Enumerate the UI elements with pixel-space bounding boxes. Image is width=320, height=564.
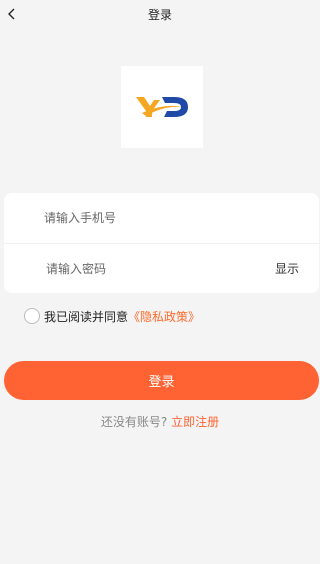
agreement-text: 我已阅读并同意 (44, 309, 129, 324)
password-row: 显示 (4, 243, 319, 294)
show-password-toggle[interactable]: 显示 (275, 244, 299, 294)
agreement-row: 我已阅读并同意 《隐私政策》 (24, 307, 200, 325)
nav-bar: 登录 (0, 0, 320, 30)
yd-logo-icon (136, 97, 188, 117)
login-button[interactable]: 登录 (4, 361, 319, 400)
phone-input[interactable] (44, 193, 264, 243)
page-title: 登录 (147, 8, 172, 22)
register-prompt: 还没有账号? (100, 415, 168, 429)
app-logo (121, 66, 203, 148)
password-input[interactable] (46, 244, 266, 294)
privacy-policy-link[interactable]: 《隐私政策》 (128, 308, 200, 325)
phone-row (4, 193, 319, 243)
login-form: 显示 (4, 193, 319, 294)
agree-checkbox[interactable] (24, 308, 40, 324)
register-link[interactable]: 立即注册 (171, 415, 219, 429)
register-row: 还没有账号? 立即注册 (0, 413, 320, 430)
